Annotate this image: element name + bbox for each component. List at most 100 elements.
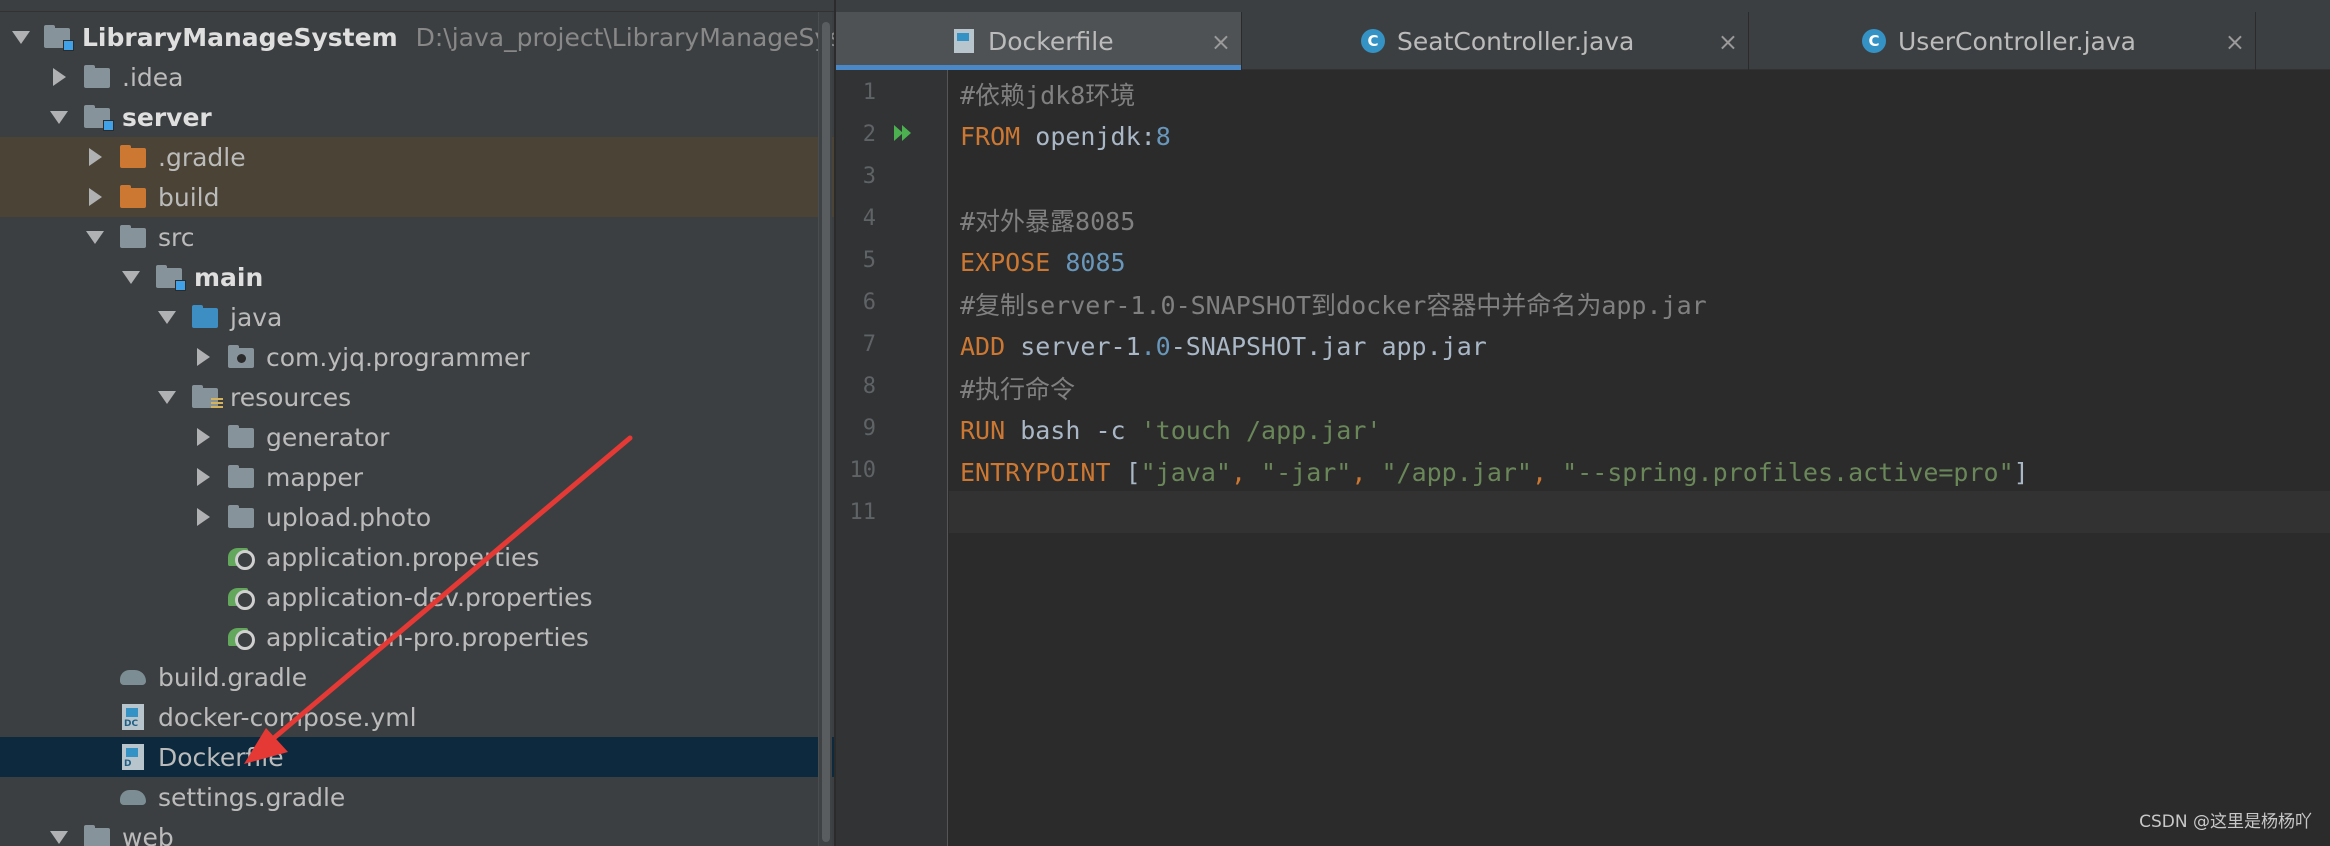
folder-icon bbox=[228, 504, 256, 530]
code-string: 'touch /app.jar' bbox=[1140, 415, 1382, 445]
tree-item-docker-compose[interactable]: DC docker-compose.yml bbox=[0, 697, 834, 737]
folder-icon bbox=[120, 184, 148, 210]
chevron-right-icon[interactable] bbox=[192, 426, 214, 448]
tree-item-resources[interactable]: resources bbox=[0, 377, 834, 417]
gradle-icon bbox=[120, 664, 148, 690]
code-comment: #执行命令 bbox=[960, 375, 1076, 404]
code-keyword: EXPOSE bbox=[960, 247, 1051, 277]
code-line-4[interactable]: #对外暴露8085 bbox=[960, 199, 1135, 241]
code-line-7[interactable]: ADD server-1.0 -SNAPSHOT.jar app.jar bbox=[960, 325, 1487, 367]
java-class-icon: C bbox=[1361, 29, 1385, 53]
scrollbar-thumb[interactable] bbox=[822, 22, 830, 842]
code-number: 8 bbox=[1155, 121, 1171, 151]
tree-item-label: application.properties bbox=[266, 542, 540, 572]
gradle-icon bbox=[120, 784, 148, 810]
tree-scrollbar[interactable] bbox=[818, 12, 832, 846]
spring-properties-icon bbox=[228, 584, 256, 610]
code-keyword: ENTRYPOINT bbox=[960, 457, 1111, 487]
tab-usercontroller[interactable]: C UserController.java × bbox=[1750, 12, 2256, 70]
tree-item-root[interactable]: LibraryManageSystem D:\java_project\Libr… bbox=[0, 17, 834, 57]
spring-properties-icon bbox=[228, 624, 256, 650]
close-icon[interactable]: × bbox=[1718, 28, 1738, 56]
code-comment: #复制server-1.0-SNAPSHOT到docker容器中并命名为app.… bbox=[960, 291, 1707, 320]
chevron-down-icon[interactable] bbox=[156, 306, 178, 328]
folder-icon bbox=[84, 64, 112, 90]
tree-item-label: main bbox=[194, 262, 264, 292]
chevron-down-icon[interactable] bbox=[12, 26, 30, 48]
tree-item-server[interactable]: server bbox=[0, 97, 834, 137]
tab-label: SeatController.java bbox=[1397, 26, 1635, 56]
tree-item-label: .idea bbox=[122, 62, 184, 92]
folder-icon bbox=[84, 824, 112, 846]
close-icon[interactable]: × bbox=[1211, 28, 1231, 56]
chevron-right-icon[interactable] bbox=[192, 466, 214, 488]
close-icon[interactable]: × bbox=[2225, 28, 2245, 56]
chevron-down-icon[interactable] bbox=[48, 826, 70, 846]
source-folder-icon bbox=[192, 304, 220, 330]
code-keyword: FROM bbox=[960, 121, 1021, 151]
line-number: 11 bbox=[849, 500, 877, 525]
project-path: D:\java_project\LibraryManageSystem bbox=[415, 22, 834, 52]
code-number: .0 bbox=[1140, 331, 1171, 361]
dockerfile-icon: D bbox=[120, 744, 148, 770]
tree-item-java[interactable]: java bbox=[0, 297, 834, 337]
code-comment: #依赖jdk8环境 bbox=[960, 81, 1136, 110]
code-punct: , bbox=[1531, 457, 1563, 487]
tree-item-label: build.gradle bbox=[158, 662, 308, 692]
resources-folder-icon bbox=[192, 384, 223, 410]
code-line-1[interactable]: #依赖jdk8环境 bbox=[960, 73, 1135, 115]
tab-dockerfile[interactable]: Dockerfile × bbox=[836, 12, 1242, 70]
folder-icon bbox=[228, 464, 256, 490]
tree-item-label: generator bbox=[266, 422, 390, 452]
tab-seatcontroller[interactable]: C SeatController.java × bbox=[1243, 12, 1749, 70]
chevron-down-icon[interactable] bbox=[156, 386, 178, 408]
code-string: "java" bbox=[1140, 457, 1231, 487]
tree-item-idea[interactable]: .idea bbox=[0, 57, 834, 97]
tree-item-src[interactable]: src bbox=[0, 217, 834, 257]
code-text: -SNAPSHOT.jar app.jar bbox=[1170, 331, 1487, 361]
tree-item-label: build bbox=[158, 182, 220, 212]
code-line-10[interactable]: ENTRYPOINT ["java", "-jar", "/app.jar", … bbox=[960, 451, 2029, 493]
tree-item-main[interactable]: main bbox=[0, 257, 834, 297]
code-line-9[interactable]: RUN bash -c 'touch /app.jar' bbox=[960, 409, 1381, 451]
tree-item-web[interactable]: web bbox=[0, 817, 834, 846]
module-icon bbox=[156, 264, 186, 291]
tree-item-label: server bbox=[122, 102, 212, 132]
dockerfile-icon bbox=[952, 29, 976, 53]
tree-item-application-dev-properties[interactable]: application-dev.properties bbox=[0, 577, 834, 617]
tree-item-build-gradle[interactable]: build.gradle bbox=[0, 657, 834, 697]
tree-item-dockerfile[interactable]: D Dockerfile bbox=[0, 737, 834, 777]
chevron-right-icon[interactable] bbox=[192, 506, 214, 528]
tree-item-package[interactable]: com.yjq.programmer bbox=[0, 337, 834, 377]
code-line-5[interactable]: EXPOSE 8085 bbox=[960, 241, 1126, 283]
chevron-right-icon[interactable] bbox=[192, 346, 214, 368]
editor-tab-bar: Dockerfile × C SeatController.java × C U… bbox=[836, 12, 2330, 70]
tree-item-mapper[interactable]: mapper bbox=[0, 457, 834, 497]
chevron-down-icon[interactable] bbox=[120, 266, 142, 288]
chevron-down-icon[interactable] bbox=[84, 226, 106, 248]
code-text: ] bbox=[2013, 457, 2029, 487]
tree-item-label: src bbox=[158, 222, 195, 252]
chevron-right-icon[interactable] bbox=[84, 146, 106, 168]
tree-item-settings-gradle[interactable]: settings.gradle bbox=[0, 777, 834, 817]
code-line-6[interactable]: #复制server-1.0-SNAPSHOT到docker容器中并命名为app.… bbox=[960, 283, 1707, 325]
tree-item-application-pro-properties[interactable]: application-pro.properties bbox=[0, 617, 834, 657]
tree-item-generator[interactable]: generator bbox=[0, 417, 834, 457]
tree-item-application-properties[interactable]: application.properties bbox=[0, 537, 834, 577]
tab-label: Dockerfile bbox=[988, 26, 1114, 56]
tree-item-label: LibraryManageSystem bbox=[82, 22, 398, 52]
tree-item-label: application-pro.properties bbox=[266, 622, 589, 652]
code-line-8[interactable]: #执行命令 bbox=[960, 367, 1075, 409]
run-icon[interactable] bbox=[892, 122, 914, 144]
code-line-2[interactable]: FROM openjdk: 8 bbox=[960, 115, 1171, 157]
tree-item-gradle-dir[interactable]: .gradle bbox=[0, 137, 834, 177]
chevron-down-icon[interactable] bbox=[48, 106, 70, 128]
editor-top-strip bbox=[836, 0, 2330, 12]
code-string: "-jar" bbox=[1261, 457, 1352, 487]
tree-item-build-dir[interactable]: build bbox=[0, 177, 834, 217]
tree-item-upload-photo[interactable]: upload.photo bbox=[0, 497, 834, 537]
tree-item-label: upload.photo bbox=[266, 502, 432, 532]
chevron-right-icon[interactable] bbox=[84, 186, 106, 208]
chevron-right-icon[interactable] bbox=[48, 66, 70, 88]
tree-item-label: web bbox=[122, 822, 174, 846]
